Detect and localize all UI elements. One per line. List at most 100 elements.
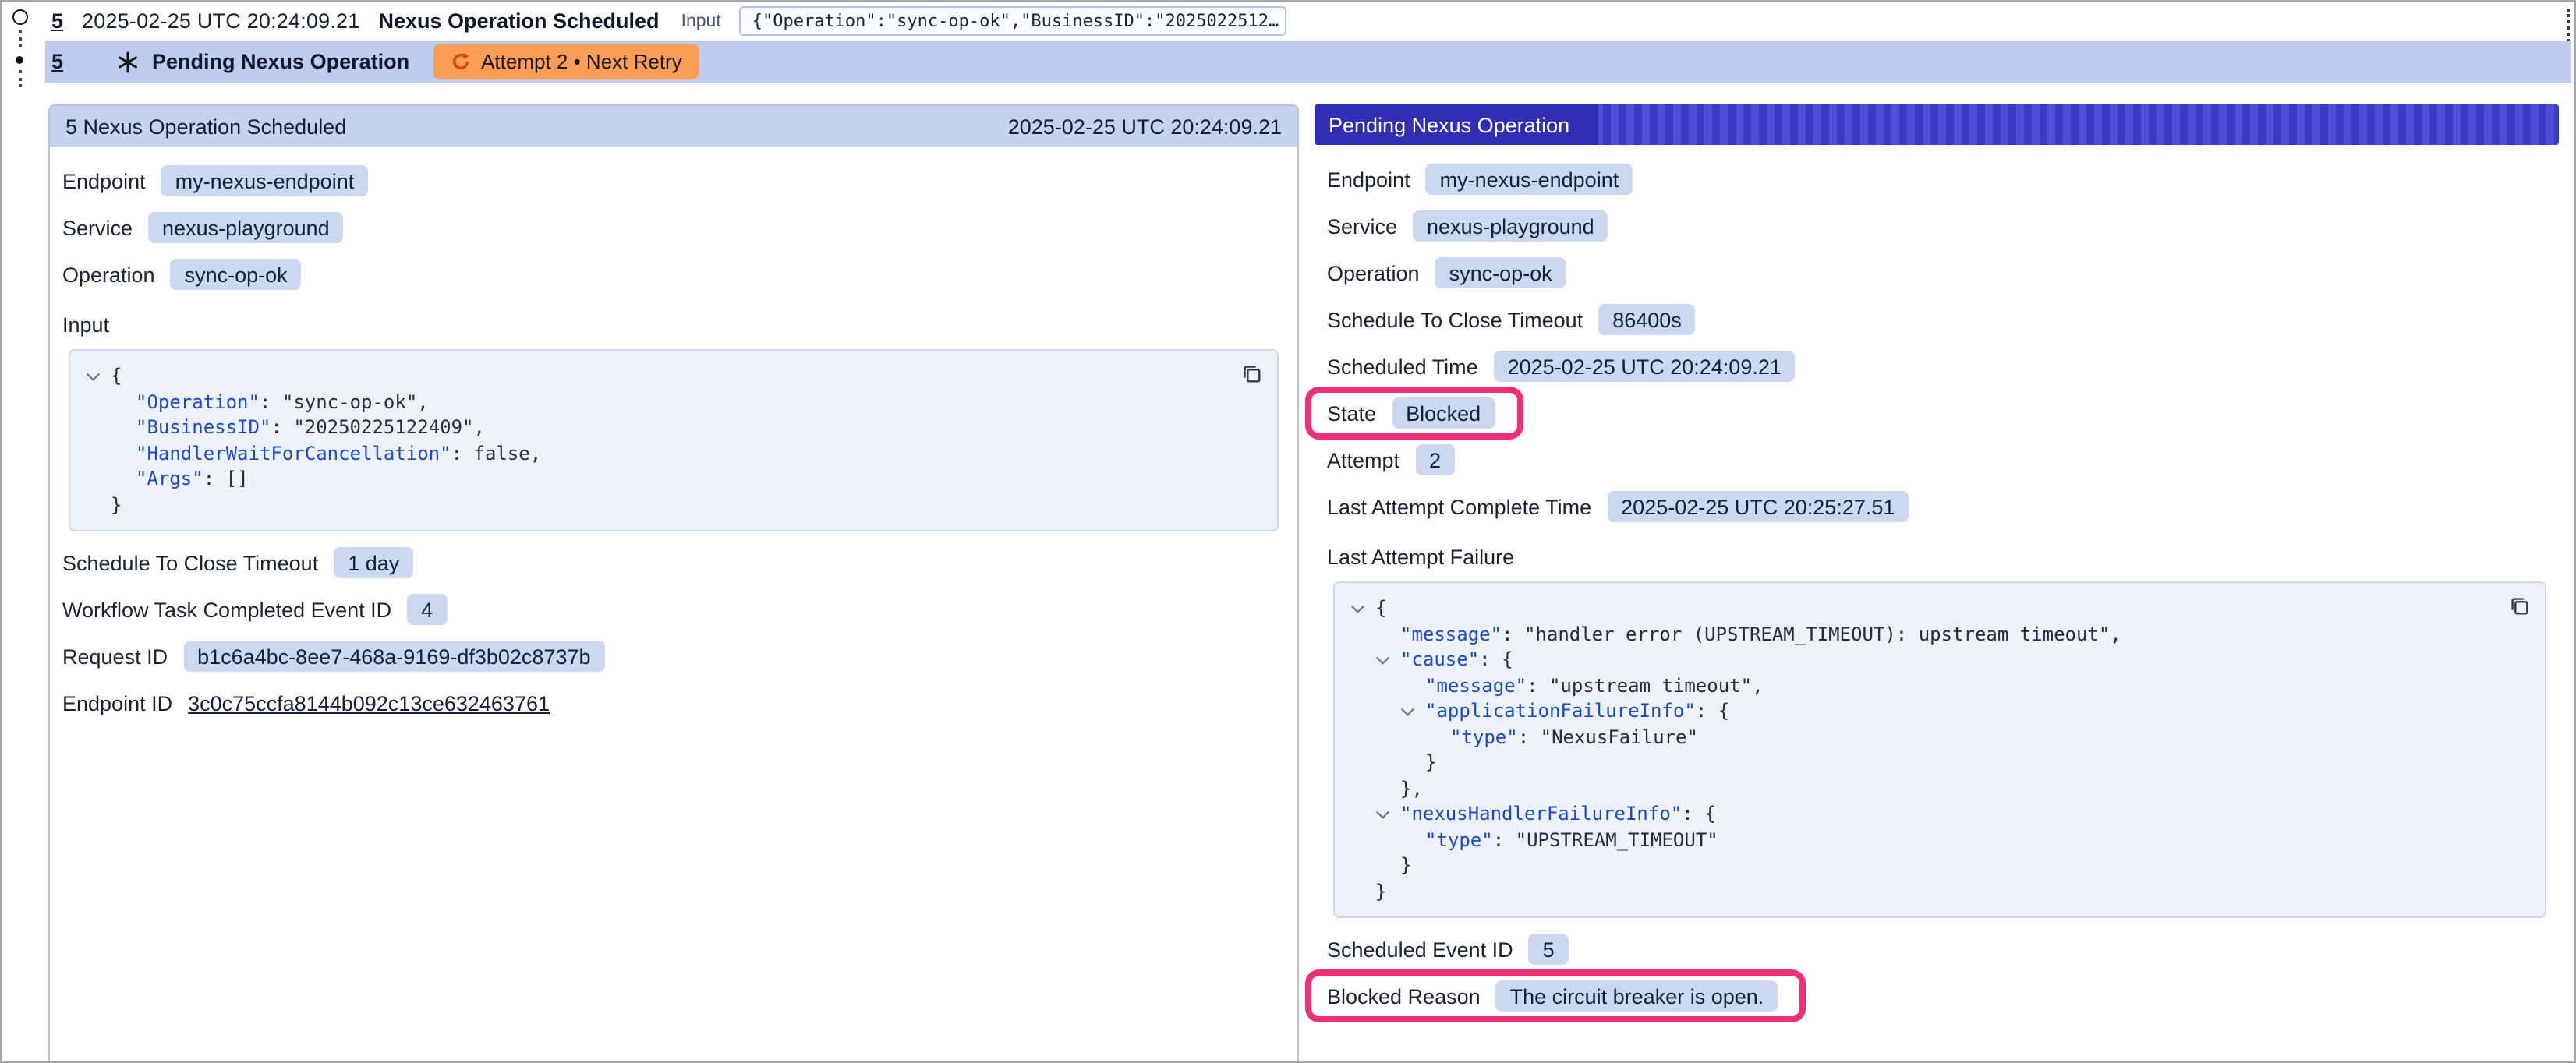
field-row-operation: Operation sync-op-ok xyxy=(62,256,1279,293)
field-row-service: Service nexus-playground xyxy=(1327,207,2546,245)
field-value-badge: sync-op-ok xyxy=(1435,257,1566,288)
panel-title: 5 Nexus Operation Scheduled xyxy=(65,115,346,138)
failure-section-label: Last Attempt Failure xyxy=(1327,541,2546,572)
code-line: "nexusHandlerFailureInfo": { xyxy=(1350,801,2529,827)
code-line: } xyxy=(86,492,1261,517)
code-line: "cause": { xyxy=(1350,647,2529,673)
event-id-link[interactable]: 5 xyxy=(51,9,63,33)
field-label: Service xyxy=(62,216,133,239)
code-line: }, xyxy=(1350,775,2529,801)
pending-fields-top: Endpoint my-nexus-endpoint Service nexus-pl… xyxy=(1327,161,2546,525)
field-value-badge: The circuit breaker is open. xyxy=(1496,980,1778,1012)
code-line: "message": "upstream timeout", xyxy=(1350,673,2529,698)
field-value-badge: 1 day xyxy=(334,547,413,578)
timeline-event-circle-icon xyxy=(12,9,28,25)
field-label: Workflow Task Completed Event ID xyxy=(62,598,391,621)
chevron-down-icon[interactable] xyxy=(1353,595,1375,621)
code-line: "Args": [] xyxy=(86,466,1261,492)
field-value-badge: 4 xyxy=(407,594,447,625)
field-label: Scheduled Time xyxy=(1327,355,1478,378)
field-label: Endpoint xyxy=(62,169,146,192)
code-line: } xyxy=(1350,750,2529,775)
field-value-badge: sync-op-ok xyxy=(171,259,302,290)
event-title: Pending Nexus Operation xyxy=(152,50,409,73)
annotation-highlight-blocked-reason: Blocked Reason The circuit breaker is ope… xyxy=(1305,969,1806,1022)
event-detail-panels: 5 Nexus Operation Scheduled 2025-02-25 U… xyxy=(48,104,2574,1061)
annotation-highlight-state: State Blocked xyxy=(1305,387,1523,440)
chevron-down-icon[interactable] xyxy=(1378,647,1400,673)
field-row-schedule-to-close-timeout: Schedule To Close Timeout86400s xyxy=(1327,301,2546,338)
field-row-state: State Blocked xyxy=(1327,394,2546,432)
code-line: "HandlerWaitForCancellation": false, xyxy=(86,440,1261,466)
event-row-nexus-operation-scheduled[interactable]: 5 2025-02-25 UTC 20:24:09.21 Nexus Opera… xyxy=(48,2,2559,41)
timeline-connector xyxy=(19,30,22,47)
copy-icon[interactable] xyxy=(1240,362,1263,385)
field-value-badge: Blocked xyxy=(1392,397,1495,429)
code-line: "type": "UPSTREAM_TIMEOUT" xyxy=(1350,827,2529,853)
json-lines: {"Operation": "sync-op-ok","BusinessID":… xyxy=(86,363,1261,517)
field-row-attempt: Attempt2 xyxy=(1327,441,2546,479)
field-value-badge: 86400s xyxy=(1598,304,1696,335)
event-title: Nexus Operation Scheduled xyxy=(378,9,659,33)
field-label: Endpoint xyxy=(1327,168,1410,191)
panel-timestamp: 2025-02-25 UTC 20:24:09.21 xyxy=(1008,115,1282,138)
field-value-badge: 2025-02-25 UTC 20:25:27.51 xyxy=(1607,491,1909,522)
chevron-down-icon[interactable] xyxy=(89,363,111,389)
field-label: Operation xyxy=(62,263,155,286)
chevron-down-icon[interactable] xyxy=(1403,698,1425,724)
field-row-scheduled-event-id: Scheduled Event ID 5 xyxy=(1327,931,2546,968)
field-row-request-id: Request IDb1c6a4bc-8ee7-468a-9169-df3b02… xyxy=(62,637,1279,675)
scheduled-panel-header: 5 Nexus Operation Scheduled 2025-02-25 U… xyxy=(50,106,1297,147)
field-row-scheduled-time: Scheduled Time 2025-02-25 UTC 20:24:09.21 xyxy=(1327,348,2546,385)
scheduled-fields-top: Endpoint my-nexus-endpoint Service nexus-pl… xyxy=(62,162,1279,293)
field-value-badge: 2 xyxy=(1415,444,1455,475)
field-row-operation: Operation sync-op-ok xyxy=(1327,254,2546,291)
field-label: Scheduled Event ID xyxy=(1327,938,1513,961)
field-value-badge: nexus-playground xyxy=(1413,210,1608,242)
copy-icon[interactable] xyxy=(2507,594,2531,617)
field-label: Endpoint ID xyxy=(62,691,172,715)
code-line: } xyxy=(1350,853,2529,878)
field-label: Blocked Reason xyxy=(1327,984,1481,1008)
field-value-badge: my-nexus-endpoint xyxy=(1426,164,1633,195)
field-row-service: Service nexus-playground xyxy=(62,209,1279,246)
scheduled-event-panel: 5 Nexus Operation Scheduled 2025-02-25 U… xyxy=(48,104,1299,1063)
input-section-label: Input xyxy=(62,309,1279,340)
field-row-last-attempt-complete-time: Last Attempt Complete Time 2025-02-25 UTC… xyxy=(1327,488,2546,525)
field-value-badge: my-nexus-endpoint xyxy=(161,165,369,196)
field-label: State xyxy=(1327,401,1376,425)
code-line: "BusinessID": "20250225122409", xyxy=(86,415,1261,440)
code-line: "Operation": "sync-op-ok", xyxy=(86,389,1261,415)
field-row-schedule-to-close-timeout: Schedule To Close Timeout1 day xyxy=(62,544,1279,581)
field-value-badge: 2025-02-25 UTC 20:24:09.21 xyxy=(1494,351,1796,382)
input-preview-chip[interactable]: {"Operation":"sync-op-ok","BusinessID":"… xyxy=(740,6,1287,36)
event-row-pending-nexus-operation[interactable]: 5 Pending Nexus Operation Attempt 2 • Ne… xyxy=(45,41,2571,83)
field-value-badge: b1c6a4bc-8ee7-468a-9169-df3b02c8737b xyxy=(183,641,604,672)
input-json-viewer: {"Operation": "sync-op-ok","BusinessID":… xyxy=(69,349,1279,532)
field-label: Service xyxy=(1327,214,1397,238)
event-timestamp: 2025-02-25 UTC 20:24:09.21 xyxy=(82,9,359,33)
panel-title: Pending Nexus Operation xyxy=(1315,104,1598,145)
timeline-connector xyxy=(19,70,22,87)
chevron-down-icon[interactable] xyxy=(1378,801,1400,827)
field-row-workflow-task-completed-event-id: Workflow Task Completed Event ID 4 xyxy=(62,591,1279,628)
nexus-asterisk-icon xyxy=(116,51,138,72)
event-id-link[interactable]: 5 xyxy=(51,50,63,73)
field-label: Operation xyxy=(1327,261,1420,284)
code-line: { xyxy=(86,363,1261,389)
retry-icon xyxy=(450,51,470,72)
field-row-endpoint-id: Endpoint ID 3c0c75ccfa8144b092c13ce632463… xyxy=(62,684,1279,722)
field-value-badge: 5 xyxy=(1529,934,1569,965)
field-row-blocked-reason: Blocked Reason The circuit breaker is ope… xyxy=(1327,977,2546,1015)
field-row-endpoint: Endpoint my-nexus-endpoint xyxy=(62,162,1279,200)
json-lines: {"message": "handler error (UPSTREAM_TIM… xyxy=(1350,595,2529,904)
code-line: } xyxy=(1350,878,2529,904)
field-label: Last Attempt Complete Time xyxy=(1327,495,1591,518)
retry-badge-label: Attempt 2 • Next Retry xyxy=(481,50,682,73)
field-value-link[interactable]: 3c0c75ccfa8144b092c13ce632463761 xyxy=(188,691,550,715)
pending-operation-panel: Pending Nexus Operation Endpoint my-nexus… xyxy=(1315,104,2559,1037)
field-value-badge: nexus-playground xyxy=(148,212,344,243)
pending-panel-header: Pending Nexus Operation xyxy=(1315,104,2559,145)
field-row-endpoint: Endpoint my-nexus-endpoint xyxy=(1327,161,2546,198)
pending-fields-bottom: Scheduled Event ID 5 Blocked Reason The cir… xyxy=(1327,931,2546,1015)
